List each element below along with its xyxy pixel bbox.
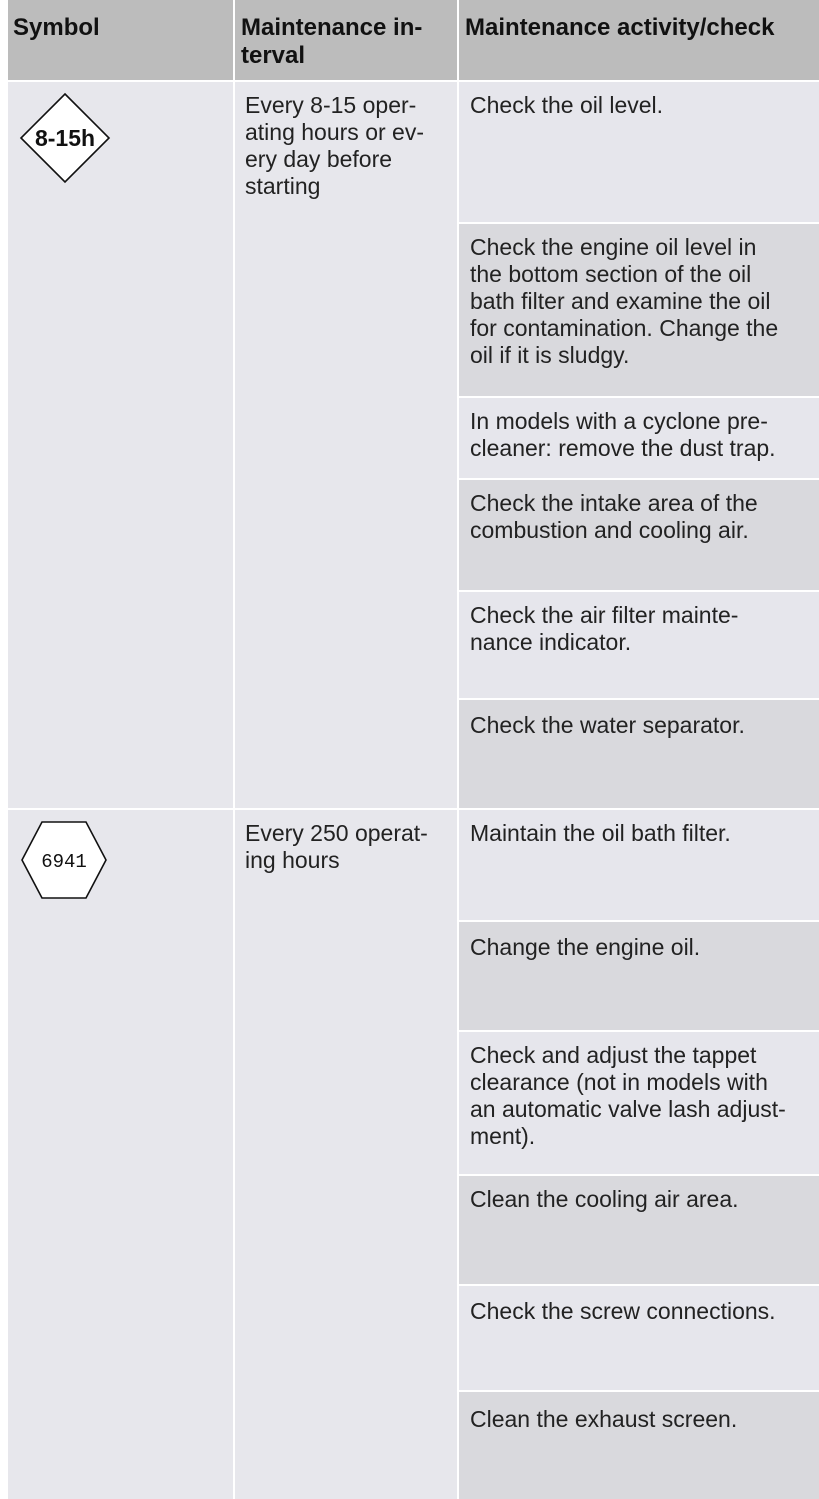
symbol-label-6941: 6941: [41, 851, 87, 873]
activity-row: Check the oil level.: [459, 82, 819, 222]
activity-row: Check the water separator.: [459, 700, 819, 808]
activity-row: Check the air filter mainte- nance indic…: [459, 592, 819, 698]
group-2-symbol-cell: 6941: [8, 810, 233, 1499]
activity-row: Check the intake area of the combustion …: [459, 480, 819, 590]
symbol-label-8-15h: 8-15h: [35, 125, 95, 151]
activity-row: Check the screw connections.: [459, 1286, 819, 1390]
header-interval: Maintenance in- terval: [235, 0, 457, 80]
activity-row: Change the engine oil.: [459, 922, 819, 1030]
header-activity: Maintenance activity/check: [459, 0, 819, 80]
activity-row: In models with a cyclone pre- cleaner: r…: [459, 398, 819, 478]
hexagon-interval-icon: 6941: [21, 821, 107, 899]
diamond-interval-icon: 8-15h: [19, 92, 111, 184]
activity-row: Clean the cooling air area.: [459, 1176, 819, 1284]
activity-row: Clean the exhaust screen.: [459, 1392, 819, 1499]
activity-row: Maintain the oil bath filter.: [459, 810, 819, 920]
header-symbol: Symbol: [8, 0, 233, 80]
group-2-interval: Every 250 operat- ing hours: [235, 810, 457, 1499]
group-1-symbol-cell: 8-15h: [8, 82, 233, 808]
maintenance-table: Symbol Maintenance in- terval Maintenanc…: [8, 0, 819, 1499]
group-1-interval: Every 8-15 oper- ating hours or ev- ery …: [235, 82, 457, 808]
activity-row: Check the engine oil level in the bottom…: [459, 224, 819, 396]
activity-row: Check and adjust the tappet clearance (n…: [459, 1032, 819, 1174]
